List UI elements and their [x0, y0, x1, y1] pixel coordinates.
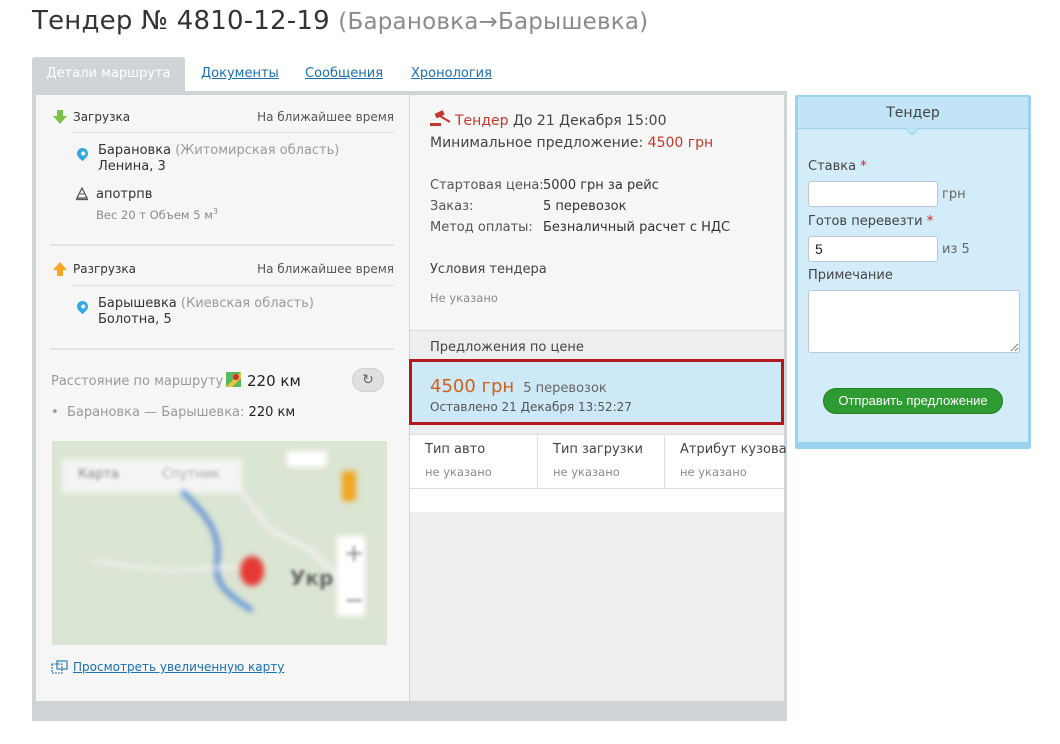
unloading-address: Барышевка (Киевская область): [98, 296, 314, 311]
loading-label: Загрузка: [73, 110, 131, 124]
loading-city: Барановка: [98, 143, 172, 158]
tab-history[interactable]: Хронология: [411, 66, 492, 81]
refresh-route-button[interactable]: ↻: [352, 368, 384, 392]
cargo-name: апотрпв: [96, 187, 153, 202]
route-subtitle: (Барановка→Барышевка): [338, 9, 649, 35]
divider: [50, 348, 394, 350]
bid-label-text: Ставка: [808, 159, 857, 174]
start-price-value: 5000 грн за рейс: [543, 178, 659, 193]
map-zoom-out[interactable]: −: [344, 586, 364, 614]
offer-price-line: 4500 грн 5 перевозок: [430, 376, 607, 397]
route-map[interactable]: Карта Спутник + − Укр: [52, 441, 387, 645]
cell-value: не указано: [680, 465, 747, 479]
unloading-label: Разгрузка: [73, 262, 136, 276]
enlarge-map-link[interactable]: Просмотреть увеличенную карту: [73, 660, 284, 674]
bid-input[interactable]: [808, 181, 938, 207]
column-header: Тип загрузки: [553, 442, 643, 457]
tab-messages[interactable]: Сообщения: [305, 66, 383, 81]
payment-value: Безналичный расчет с НДС: [543, 220, 731, 235]
map-zoom-in[interactable]: +: [344, 539, 364, 567]
submit-offer-button[interactable]: Отправить предложение: [823, 388, 1003, 414]
divider: [410, 330, 784, 331]
conditions-label: Условия тендера: [430, 262, 547, 277]
divider: [72, 132, 394, 133]
tender-label: Тендер: [455, 113, 509, 129]
payment-label: Метод оплаты:: [430, 220, 533, 235]
arrow-up-icon: [53, 262, 67, 276]
column-header: Тип авто: [425, 442, 486, 457]
cargo-unit-exponent: 3: [212, 207, 219, 216]
unloading-street: Болотна, 5: [98, 312, 172, 327]
map-tab-map[interactable]: Карта: [78, 467, 119, 482]
offers-label: Предложения по цене: [430, 340, 584, 355]
cell-value: не указано: [553, 465, 620, 479]
start-price-label: Стартовая цена:: [430, 178, 544, 193]
required-mark: *: [926, 214, 934, 229]
min-offer-line: Минимальное предложение: 4500 грн: [430, 135, 713, 151]
caret-down-icon: [905, 128, 919, 135]
cargo-params: Вес 20 т Объем 5 м3: [96, 207, 218, 222]
unloading-region: (Киевская область): [180, 296, 314, 311]
tender-number: Тендер № 4810-12-19: [32, 6, 330, 36]
arrow-down-icon: [53, 110, 67, 124]
min-offer-value: 4500 грн: [647, 135, 714, 151]
cargo-params-text: Вес 20 т Объем 5 м: [96, 207, 213, 222]
tender-deadline: До 21 Декабря 15:00: [512, 113, 667, 129]
ready-label: Готов перевезти *: [808, 214, 933, 229]
divider: [410, 488, 784, 489]
refresh-icon: ↻: [362, 372, 374, 388]
offer-price: 4500 грн: [430, 376, 515, 397]
gavel-icon: [430, 110, 451, 126]
note-label: Примечание: [808, 268, 893, 283]
note-textarea[interactable]: [808, 290, 1020, 353]
map-place-label: Укр: [290, 566, 334, 590]
tab-documents[interactable]: Документы: [201, 66, 279, 81]
order-value: 5 перевозок: [543, 199, 627, 214]
route-segment-label: Барановка — Барышевка:: [66, 405, 245, 420]
conditions-value: Не указано: [430, 291, 498, 305]
bid-unit: грн: [942, 187, 966, 202]
divider: [410, 434, 784, 435]
tab-route-details[interactable]: Детали маршрута: [32, 57, 185, 91]
distance-label: Расстояние по маршруту —: [51, 374, 241, 389]
divider: [72, 285, 394, 286]
min-offer-label: Минимальное предложение:: [430, 135, 644, 151]
required-mark: *: [860, 159, 867, 174]
offer-count: 5 перевозок: [523, 381, 607, 396]
column-header: Атрибут кузова: [680, 442, 787, 457]
divider: [664, 436, 665, 488]
divider: [537, 436, 538, 488]
ready-label-text: Готов перевезти: [808, 214, 923, 229]
page-title: Тендер № 4810-12-19 (Барановка→Барышевка…: [32, 6, 648, 36]
distance-value: 220 км: [247, 372, 301, 390]
ready-total: из 5: [942, 242, 970, 257]
offer-card[interactable]: 4500 грн 5 перевозок Оставлено 21 Декабр…: [409, 359, 784, 425]
enlarge-map-icon: [51, 660, 68, 674]
map-tab-satellite[interactable]: Спутник: [162, 467, 220, 482]
tender-deadline-line: Тендер До 21 Декабря 15:00: [455, 113, 667, 129]
unloading-city: Барышевка: [98, 296, 177, 311]
loading-region: (Житомирская область): [175, 143, 340, 158]
cargo-icon: [75, 187, 89, 201]
loading-street: Ленина, 3: [98, 159, 166, 174]
order-label: Заказ:: [430, 199, 474, 214]
tab-bar: Детали маршрута Документы Сообщения Хрон…: [32, 57, 792, 91]
bid-form-title: Тендер: [798, 97, 1028, 129]
divider: [50, 244, 394, 246]
route-segment-value: 220 км: [248, 405, 296, 420]
loading-time: На ближайшее время: [257, 110, 394, 124]
bid-label: Ставка *: [808, 159, 867, 174]
cell-value: не указано: [425, 465, 492, 479]
ready-count-input[interactable]: [808, 236, 938, 262]
loading-address: Барановка (Житомирская область): [98, 143, 339, 158]
offer-date: Оставлено 21 Декабря 13:52:27: [430, 400, 632, 414]
route-map-icon: [226, 372, 241, 387]
route-segment: • Барановка — Барышевка: 220 км: [51, 405, 296, 420]
unloading-time: На ближайшее время: [257, 262, 394, 276]
